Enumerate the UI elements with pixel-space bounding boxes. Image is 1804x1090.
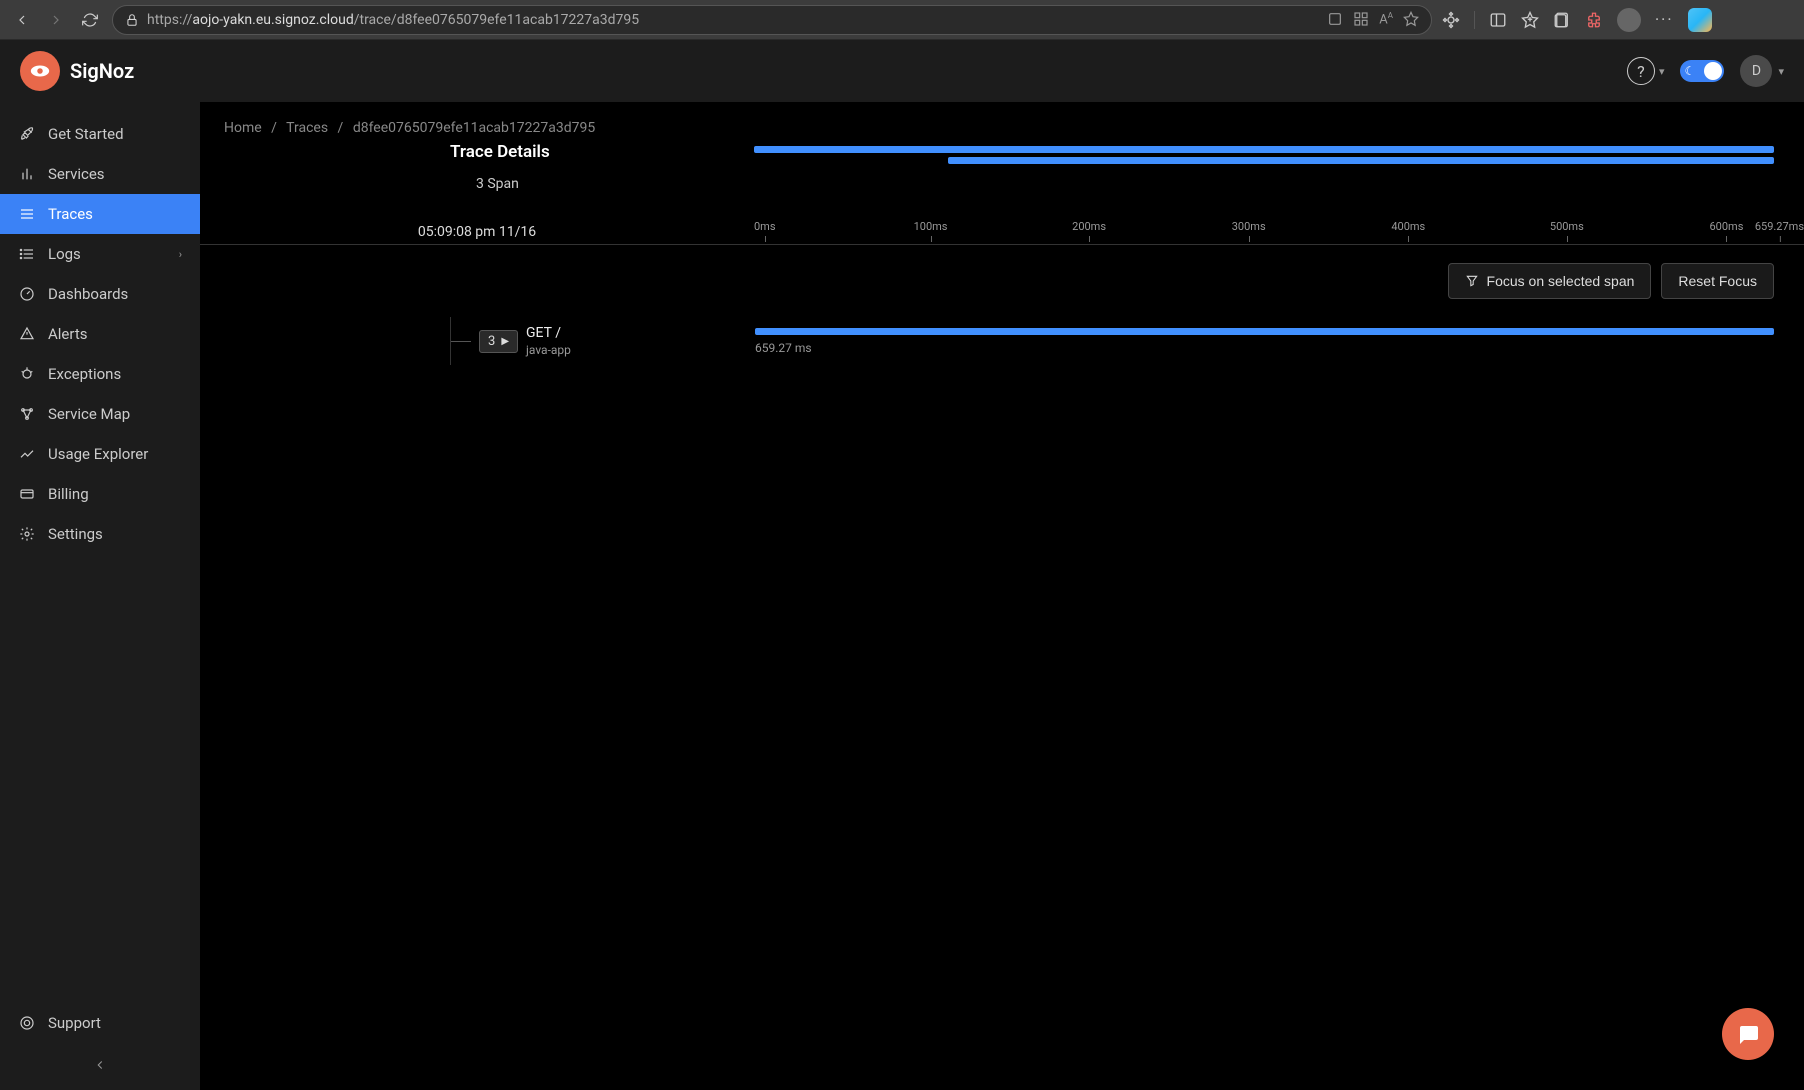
app-icon[interactable] [1327,11,1343,27]
sidebar-item-service-map[interactable]: Service Map [0,394,200,434]
logo-text: SigNoz [70,59,134,83]
timeline-ticks: 0ms 100ms 200ms 300ms 400ms 500ms 600ms … [754,220,1804,240]
trace-overview[interactable] [754,146,1804,168]
logo-icon [20,51,60,91]
chevron-left-icon [93,1058,107,1072]
collections-icon[interactable] [1553,11,1571,29]
chevron-down-icon: ▾ [1659,65,1665,78]
sidebar-item-exceptions[interactable]: Exceptions [0,354,200,394]
span-duration-label: 659.27 ms [755,341,1774,355]
theme-toggle[interactable]: ☾ [1680,60,1724,82]
logo[interactable]: SigNoz [20,51,134,91]
network-icon [18,405,36,423]
chevron-right-icon: › [179,248,182,261]
sidebar-item-label: Logs [48,245,81,263]
caret-right-icon: ▶ [501,336,509,347]
extensions-icon[interactable] [1585,11,1603,29]
top-bar: SigNoz ? ▾ ☾ D ▾ [0,40,1804,102]
lock-icon [125,13,139,27]
sidebar-item-usage-explorer[interactable]: Usage Explorer [0,434,200,474]
sidebar-item-label: Settings [48,525,103,543]
sidebar-item-label: Services [48,165,105,183]
main-content: Home / Traces / d8fee0765079efe11acab172… [200,102,1804,1090]
bug-icon [18,365,36,383]
reset-focus-button[interactable]: Reset Focus [1661,263,1774,299]
span-service: java-app [526,343,571,357]
dashboard-icon [18,285,36,303]
user-menu[interactable]: D ▾ [1740,55,1784,87]
sidebar-item-get-started[interactable]: Get Started [0,114,200,154]
chevron-down-icon: ▾ [1778,65,1784,78]
sidebar-icon[interactable] [1489,11,1507,29]
star-icon[interactable] [1403,11,1419,27]
tree-connector [451,341,471,342]
collapse-sidebar-button[interactable] [0,1043,200,1090]
sidebar-item-settings[interactable]: Settings [0,514,200,554]
filter-icon [1465,274,1479,288]
chat-icon [1736,1022,1760,1046]
span-count: 3 Span [450,176,754,192]
copilot-button[interactable] [1688,8,1712,32]
rocket-icon [18,125,36,143]
sidebar-item-traces[interactable]: Traces [0,194,200,234]
sidebar-item-label: Support [48,1014,101,1032]
chat-button[interactable] [1722,1008,1774,1060]
timeline-timestamp: 05:09:08 pm 11/16 [200,220,754,244]
timeline: 05:09:08 pm 11/16 0ms 100ms 200ms 300ms … [200,220,1804,245]
sidebar-item-label: Exceptions [48,365,121,383]
favorites-icon[interactable] [1521,11,1539,29]
span-name: GET / [526,325,571,341]
sidebar-item-label: Alerts [48,325,88,343]
span-expand-button[interactable]: 3 ▶ [479,330,518,353]
url-text: https://aojo-yakn.eu.signoz.cloud/trace/… [147,12,639,28]
support-icon [18,1014,36,1032]
sidebar-item-billing[interactable]: Billing [0,474,200,514]
sidebar-item-label: Traces [48,205,93,223]
url-bar[interactable]: https://aojo-yakn.eu.signoz.cloud/trace/… [112,5,1432,35]
sidebar-item-label: Service Map [48,405,130,423]
menu-icon [18,205,36,223]
profile-button[interactable] [1617,8,1641,32]
back-button[interactable] [10,8,34,32]
sidebar: Get Started Services Traces Logs › Dashb… [0,102,200,1090]
toggle-knob [1704,62,1722,80]
span-duration-bar [755,328,1774,335]
avatar: D [1740,55,1772,87]
card-icon [18,485,36,503]
browser-chrome: https://aojo-yakn.eu.signoz.cloud/trace/… [0,0,1804,40]
forward-button[interactable] [44,8,68,32]
gear-icon [18,525,36,543]
sidebar-item-alerts[interactable]: Alerts [0,314,200,354]
refresh-button[interactable] [78,8,102,32]
list-icon [18,245,36,263]
sidebar-item-label: Get Started [48,125,124,143]
help-icon: ? [1637,62,1645,81]
extension-icon[interactable] [1442,11,1460,29]
text-size-icon[interactable]: AA [1379,11,1393,27]
alert-icon [18,325,36,343]
sidebar-item-label: Dashboards [48,285,128,303]
sidebar-item-label: Usage Explorer [48,445,148,463]
sidebar-item-support[interactable]: Support [0,1003,200,1043]
grid-icon[interactable] [1353,11,1369,27]
page-title: Trace Details [450,142,754,162]
sidebar-item-label: Billing [48,485,89,503]
bar-chart-icon [18,165,36,183]
more-icon[interactable]: ··· [1655,10,1674,29]
chart-icon [18,445,36,463]
sidebar-item-dashboards[interactable]: Dashboards [0,274,200,314]
moon-icon: ☾ [1684,64,1695,78]
focus-span-button[interactable]: Focus on selected span [1448,263,1652,299]
sidebar-item-services[interactable]: Services [0,154,200,194]
sidebar-item-logs[interactable]: Logs › [0,234,200,274]
span-row[interactable]: 3 ▶ GET / java-app 659.27 ms [450,317,1804,365]
separator [1474,11,1475,29]
help-button[interactable]: ? ▾ [1627,57,1665,85]
